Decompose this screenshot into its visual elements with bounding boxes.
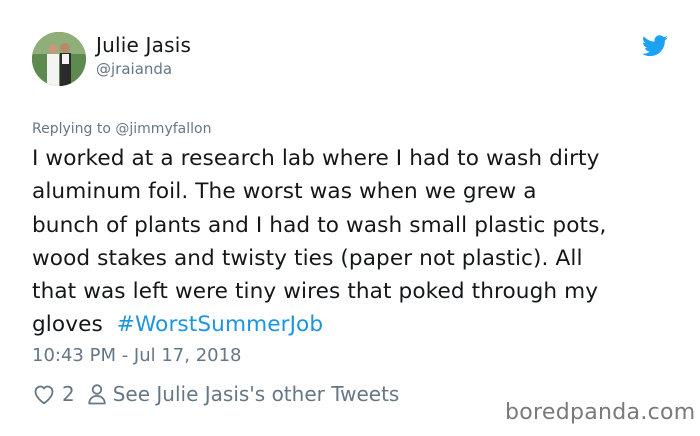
tweet-text: I worked at a research lab where I had t… [32,142,672,342]
avatar[interactable] [32,32,86,86]
reply-prefix: Replying to [32,121,116,137]
avatar-photo-icon [32,32,86,86]
watermark: boredpanda.com [505,400,696,425]
like-count: 2 [62,382,75,406]
tweet-text-line: that was left were tiny wires that poked… [32,279,599,305]
replying-to: Replying to @jimmyfallon [32,121,211,137]
tweet-text-line: gloves [32,312,117,338]
author-handle[interactable]: @jraianda [96,60,172,78]
tweet-text-line: wood stakes and twisty ties (paper not p… [32,245,583,271]
reply-mention-link[interactable]: @jimmyfallon [115,121,211,137]
tweet-card: Julie Jasis @jraianda Replying to @jimmy… [0,0,700,436]
tweet-text-line: I worked at a research lab where I had t… [32,146,600,171]
hashtag-link[interactable]: #WorstSummerJob [117,312,323,337]
person-icon [88,384,106,405]
heart-icon[interactable] [32,382,56,406]
tweet-text-last-line: gloves #WorstSummerJob [32,308,672,341]
tweet-actions: 2 See Julie Jasis's other Tweets [32,380,399,408]
twitter-bird-icon[interactable] [642,35,668,57]
tweet-text-line: bunch of plants and I had to wash small … [32,212,607,238]
tweet-timestamp[interactable]: 10:43 PM - Jul 17, 2018 [32,345,242,366]
tweet-text-line: aluminum foil. The worst was when we gre… [32,179,537,205]
profile-tweets-link[interactable]: See Julie Jasis's other Tweets [113,382,400,406]
author-name[interactable]: Julie Jasis [96,33,191,57]
